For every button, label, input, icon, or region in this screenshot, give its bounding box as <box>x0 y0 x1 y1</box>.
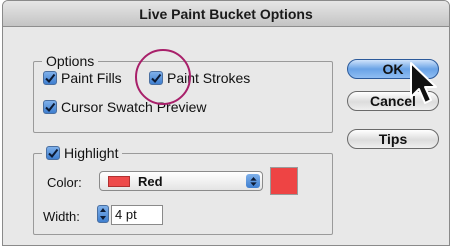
dialog-title: Live Paint Bucket Options <box>3 1 449 27</box>
color-select-value: Red <box>138 173 163 189</box>
checkmark-icon <box>43 100 57 114</box>
paint-fills-checkbox[interactable]: Paint Fills <box>43 70 122 86</box>
paint-strokes-checkbox[interactable]: Paint Strokes <box>149 70 250 86</box>
color-swatch-icon <box>108 175 130 187</box>
highlight-label: Highlight <box>64 145 119 161</box>
checkmark-icon <box>149 71 163 85</box>
pointer-cursor-icon <box>410 62 437 104</box>
color-select[interactable]: Red <box>99 171 263 191</box>
paint-fills-label: Paint Fills <box>61 70 122 86</box>
width-stepper[interactable] <box>97 205 109 223</box>
color-label: Color: <box>47 175 82 190</box>
cursor-swatch-preview-checkbox[interactable]: Cursor Swatch Preview <box>43 99 207 115</box>
width-input[interactable]: 4 pt <box>111 205 163 225</box>
checkmark-icon <box>43 71 57 85</box>
highlight-legend-row[interactable]: Highlight <box>42 144 123 162</box>
options-legend: Options <box>42 52 99 70</box>
cursor-swatch-preview-label: Cursor Swatch Preview <box>61 99 207 115</box>
updown-arrows-icon <box>246 174 260 188</box>
checkmark-icon <box>46 146 60 160</box>
dialog-window: Live Paint Bucket Options Options Paint … <box>2 0 450 246</box>
width-label: Width: <box>43 209 80 224</box>
paint-strokes-label: Paint Strokes <box>167 70 251 86</box>
color-swatch[interactable] <box>270 167 298 195</box>
tips-button[interactable]: Tips <box>347 129 439 149</box>
